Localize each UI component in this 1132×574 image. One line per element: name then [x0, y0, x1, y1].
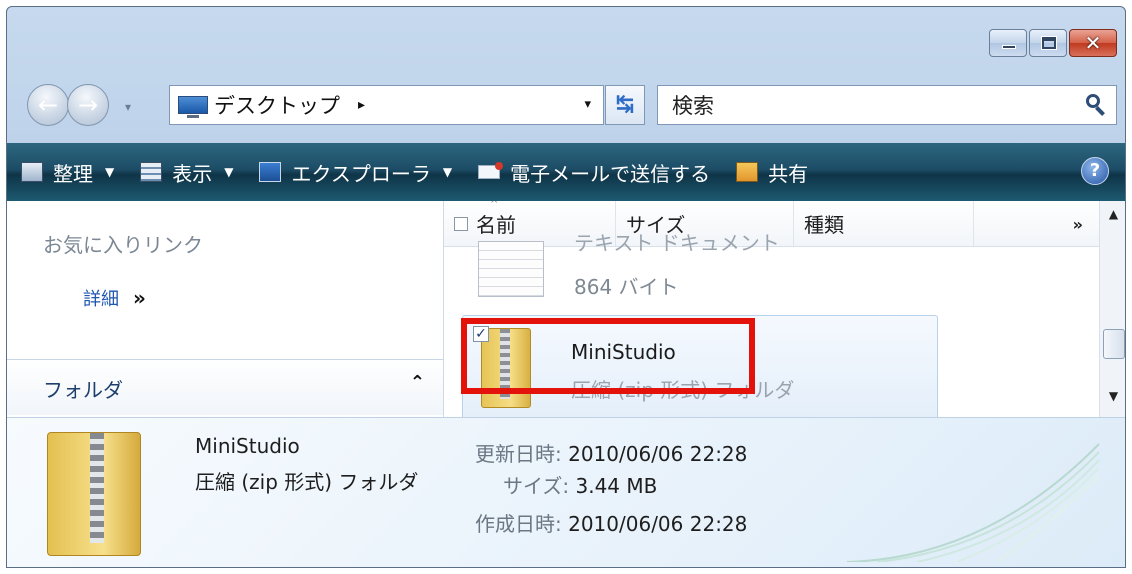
- maximize-button[interactable]: [1029, 29, 1067, 57]
- chevron-down-icon: ▼: [105, 165, 115, 179]
- share-label: 共有: [768, 161, 809, 186]
- scroll-down-icon[interactable]: ▼: [1100, 389, 1125, 413]
- share-icon: [736, 162, 759, 182]
- more-columns-icon[interactable]: »: [1073, 215, 1083, 234]
- size-label: サイズ:: [503, 474, 570, 498]
- decorative-swoosh: [846, 443, 1100, 562]
- list-item-selected[interactable]: ✓ MiniStudio 圧縮 (zip 形式) フォルダ: [462, 315, 938, 417]
- chevron-down-icon: ▼: [224, 165, 234, 179]
- file-name: MiniStudio: [571, 340, 676, 364]
- created-date: 作成日時: 2010/06/06 22:28: [475, 508, 747, 537]
- details-link[interactable]: 詳細 »: [83, 285, 146, 311]
- file-size-property: サイズ: 3.44 MB: [503, 470, 657, 499]
- email-icon: [478, 162, 504, 179]
- favorite-links-title: お気に入りリンク: [43, 233, 203, 257]
- select-all-checkbox[interactable]: [454, 216, 468, 231]
- size-value: 3.44 MB: [575, 474, 658, 498]
- details-pane: MiniStudio 圧縮 (zip 形式) フォルダ 更新日時: 2010/0…: [7, 417, 1125, 567]
- scroll-up-icon[interactable]: ▲: [1100, 207, 1125, 231]
- file-type: 圧縮 (zip 形式) フォルダ: [571, 378, 795, 402]
- address-location[interactable]: デスクトップ: [214, 90, 340, 120]
- views-button[interactable]: 表示 ▼: [126, 143, 245, 201]
- chevron-up-icon[interactable]: ⌃: [410, 372, 425, 393]
- organize-label: 整理: [53, 161, 93, 186]
- close-icon: ✕: [1084, 31, 1102, 55]
- modified-label: 更新日時:: [475, 442, 562, 466]
- modified-value: 2010/06/06 22:28: [568, 442, 748, 466]
- desktop-icon: [178, 96, 208, 118]
- recent-pages-dropdown-icon[interactable]: ▾: [125, 100, 131, 114]
- column-name-label: 名前: [476, 213, 516, 237]
- maximize-icon: [1041, 36, 1057, 50]
- minimize-icon: [1002, 45, 1016, 49]
- modified-date: 更新日時: 2010/06/06 22:28: [475, 438, 747, 467]
- search-icon[interactable]: [1080, 90, 1110, 120]
- search-box[interactable]: 検索: [657, 85, 1117, 125]
- address-bar[interactable]: デスクトップ ▸ ▾: [169, 85, 604, 125]
- sort-ascending-icon: ^: [490, 201, 499, 210]
- file-list-pane: ^ 名前 サイズ 種類 » テキスト ドキュメント 864 バイト ✓ Mini…: [444, 201, 1125, 417]
- back-arrow-icon: ←: [37, 91, 59, 119]
- forward-button[interactable]: →: [67, 84, 109, 126]
- refresh-button[interactable]: ↹: [605, 85, 645, 125]
- file-size: 864 バイト: [574, 275, 679, 299]
- close-button[interactable]: ✕: [1069, 29, 1117, 57]
- minimize-button[interactable]: [989, 29, 1027, 57]
- item-checkbox[interactable]: ✓: [473, 326, 489, 342]
- email-button[interactable]: 電子メールで送信する: [464, 143, 722, 201]
- navigation-pane: お気に入りリンク 詳細 » フォルダ ⌃: [7, 201, 444, 417]
- explorer-icon: [259, 162, 282, 182]
- folders-title[interactable]: フォルダ: [43, 374, 123, 403]
- list-item[interactable]: テキスト ドキュメント 864 バイト: [478, 231, 1038, 301]
- explorer-label: エクスプローラ: [291, 161, 431, 186]
- column-type-label: 種類: [804, 213, 844, 237]
- organize-icon: [21, 162, 43, 182]
- share-button[interactable]: 共有: [722, 143, 820, 201]
- zip-folder-icon: [47, 432, 141, 556]
- folders-header[interactable]: フォルダ ⌃: [7, 359, 443, 415]
- help-icon[interactable]: ?: [1081, 157, 1109, 185]
- details-file-name: MiniStudio: [195, 434, 300, 458]
- explorer-window: ✕ ← → ▾ デスクトップ ▸ ▾ ↹ 検索 整理 ▼ 表示 ▼ エクスプロー…: [6, 6, 1126, 568]
- file-name: テキスト ドキュメント: [574, 231, 780, 255]
- views-label: 表示: [172, 161, 213, 186]
- window-controls: ✕: [987, 29, 1117, 59]
- details-link-label[interactable]: 詳細: [83, 289, 119, 310]
- back-button[interactable]: ←: [27, 84, 69, 126]
- column-header-type[interactable]: 種類: [794, 201, 974, 246]
- address-dropdown-icon[interactable]: ▾: [584, 97, 591, 112]
- created-label: 作成日時:: [475, 512, 562, 536]
- vertical-scrollbar[interactable]: ▲ ▼: [1099, 201, 1125, 417]
- organize-button[interactable]: 整理 ▼: [7, 143, 126, 201]
- text-document-icon: [478, 241, 544, 297]
- search-input[interactable]: 検索: [658, 90, 1080, 120]
- scrollbar-thumb[interactable]: [1103, 329, 1125, 359]
- breadcrumb-chevron-icon[interactable]: ▸: [358, 97, 365, 113]
- details-file-type: 圧縮 (zip 形式) フォルダ: [195, 470, 419, 494]
- created-value: 2010/06/06 22:28: [568, 512, 748, 536]
- chevron-down-icon: ▼: [442, 165, 453, 179]
- email-label: 電子メールで送信する: [510, 161, 711, 186]
- explorer-button[interactable]: エクスプローラ ▼: [245, 143, 464, 201]
- command-toolbar: 整理 ▼ 表示 ▼ エクスプローラ ▼ 電子メールで送信する 共有 ?: [7, 143, 1125, 201]
- forward-arrow-icon: →: [77, 91, 99, 119]
- double-chevron-icon[interactable]: »: [133, 286, 146, 310]
- refresh-icon: ↹: [615, 92, 635, 117]
- views-icon: [140, 162, 163, 182]
